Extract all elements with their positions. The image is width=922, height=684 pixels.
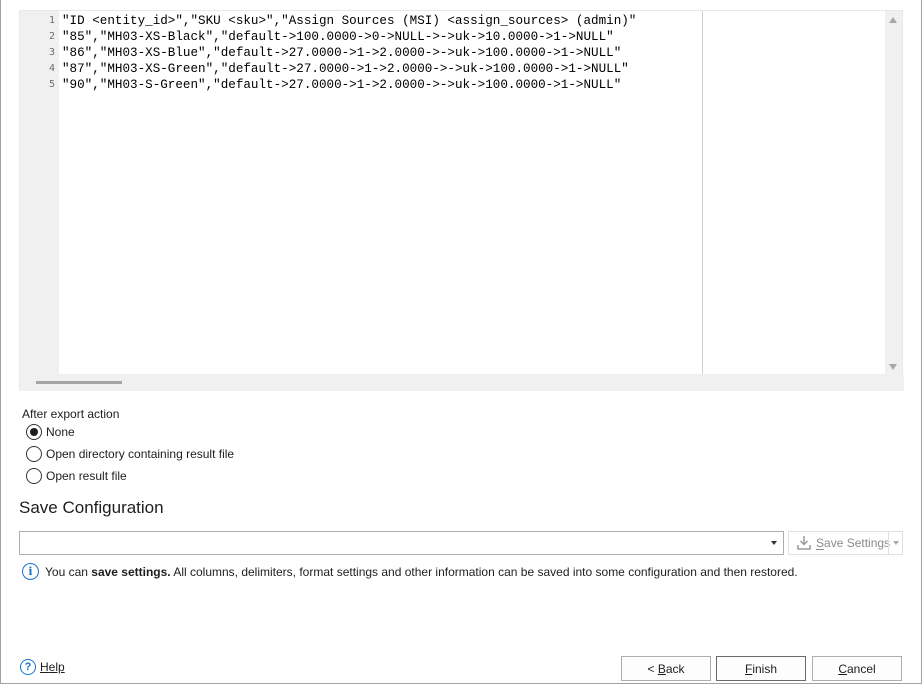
horizontal-scrollbar[interactable] <box>20 374 904 391</box>
radio-label[interactable]: None <box>46 425 75 439</box>
radio-label[interactable]: Open result file <box>46 469 127 483</box>
radio-label[interactable]: Open directory containing result file <box>46 447 234 461</box>
back-button[interactable]: < Back <box>621 656 711 681</box>
line-number: 4 <box>48 63 55 74</box>
radio-open-result-file[interactable]: Open result file <box>26 468 127 484</box>
configuration-combobox[interactable] <box>19 531 784 555</box>
code-line[interactable]: "90","MH03-S-Green","default->27.0000->1… <box>62 77 621 93</box>
cancel-button[interactable]: Cancel <box>812 656 902 681</box>
help-icon[interactable]: ? <box>20 659 36 675</box>
save-settings-button[interactable]: Save Settings <box>788 531 903 555</box>
radio-open-directory[interactable]: Open directory containing result file <box>26 446 234 462</box>
code-line[interactable]: "85","MH03-XS-Black","default->100.0000-… <box>62 29 614 45</box>
vertical-scrollbar[interactable] <box>885 11 902 374</box>
csv-preview-editor[interactable]: 1 2 3 4 5 "ID <entity_id>","SKU <sku>","… <box>19 10 904 391</box>
line-number: 3 <box>48 47 55 58</box>
download-tray-icon <box>792 535 816 551</box>
scroll-down-arrow-icon[interactable] <box>889 364 897 370</box>
line-number: 2 <box>48 31 55 42</box>
chevron-down-icon[interactable] <box>771 541 777 545</box>
radio-button-checked[interactable] <box>26 424 42 440</box>
radio-none[interactable]: None <box>26 424 75 440</box>
line-number: 5 <box>48 79 55 90</box>
horizontal-scroll-thumb[interactable] <box>36 381 122 384</box>
save-settings-dropdown-chevron-icon[interactable] <box>888 532 902 554</box>
help-link[interactable]: ? Help <box>20 659 65 675</box>
line-number: 1 <box>48 15 55 26</box>
radio-button[interactable] <box>26 468 42 484</box>
finish-button[interactable]: Finish <box>716 656 806 681</box>
code-line-header[interactable]: "ID <entity_id>","SKU <sku>","Assign Sou… <box>62 13 636 29</box>
line-number-gutter: 1 2 3 4 5 <box>20 11 59 374</box>
code-line[interactable]: "86","MH03-XS-Blue","default->27.0000->1… <box>62 45 621 61</box>
print-margin-line <box>702 11 703 374</box>
code-line[interactable]: "87","MH03-XS-Green","default->27.0000->… <box>62 61 629 77</box>
radio-button[interactable] <box>26 446 42 462</box>
after-export-action-label: After export action <box>22 407 120 421</box>
info-message: i You can save settings. All columns, de… <box>22 563 798 580</box>
scroll-up-arrow-icon[interactable] <box>889 17 897 23</box>
save-settings-label: Save Settings <box>816 536 891 550</box>
info-icon: i <box>22 563 39 580</box>
save-configuration-title: Save Configuration <box>19 498 164 517</box>
